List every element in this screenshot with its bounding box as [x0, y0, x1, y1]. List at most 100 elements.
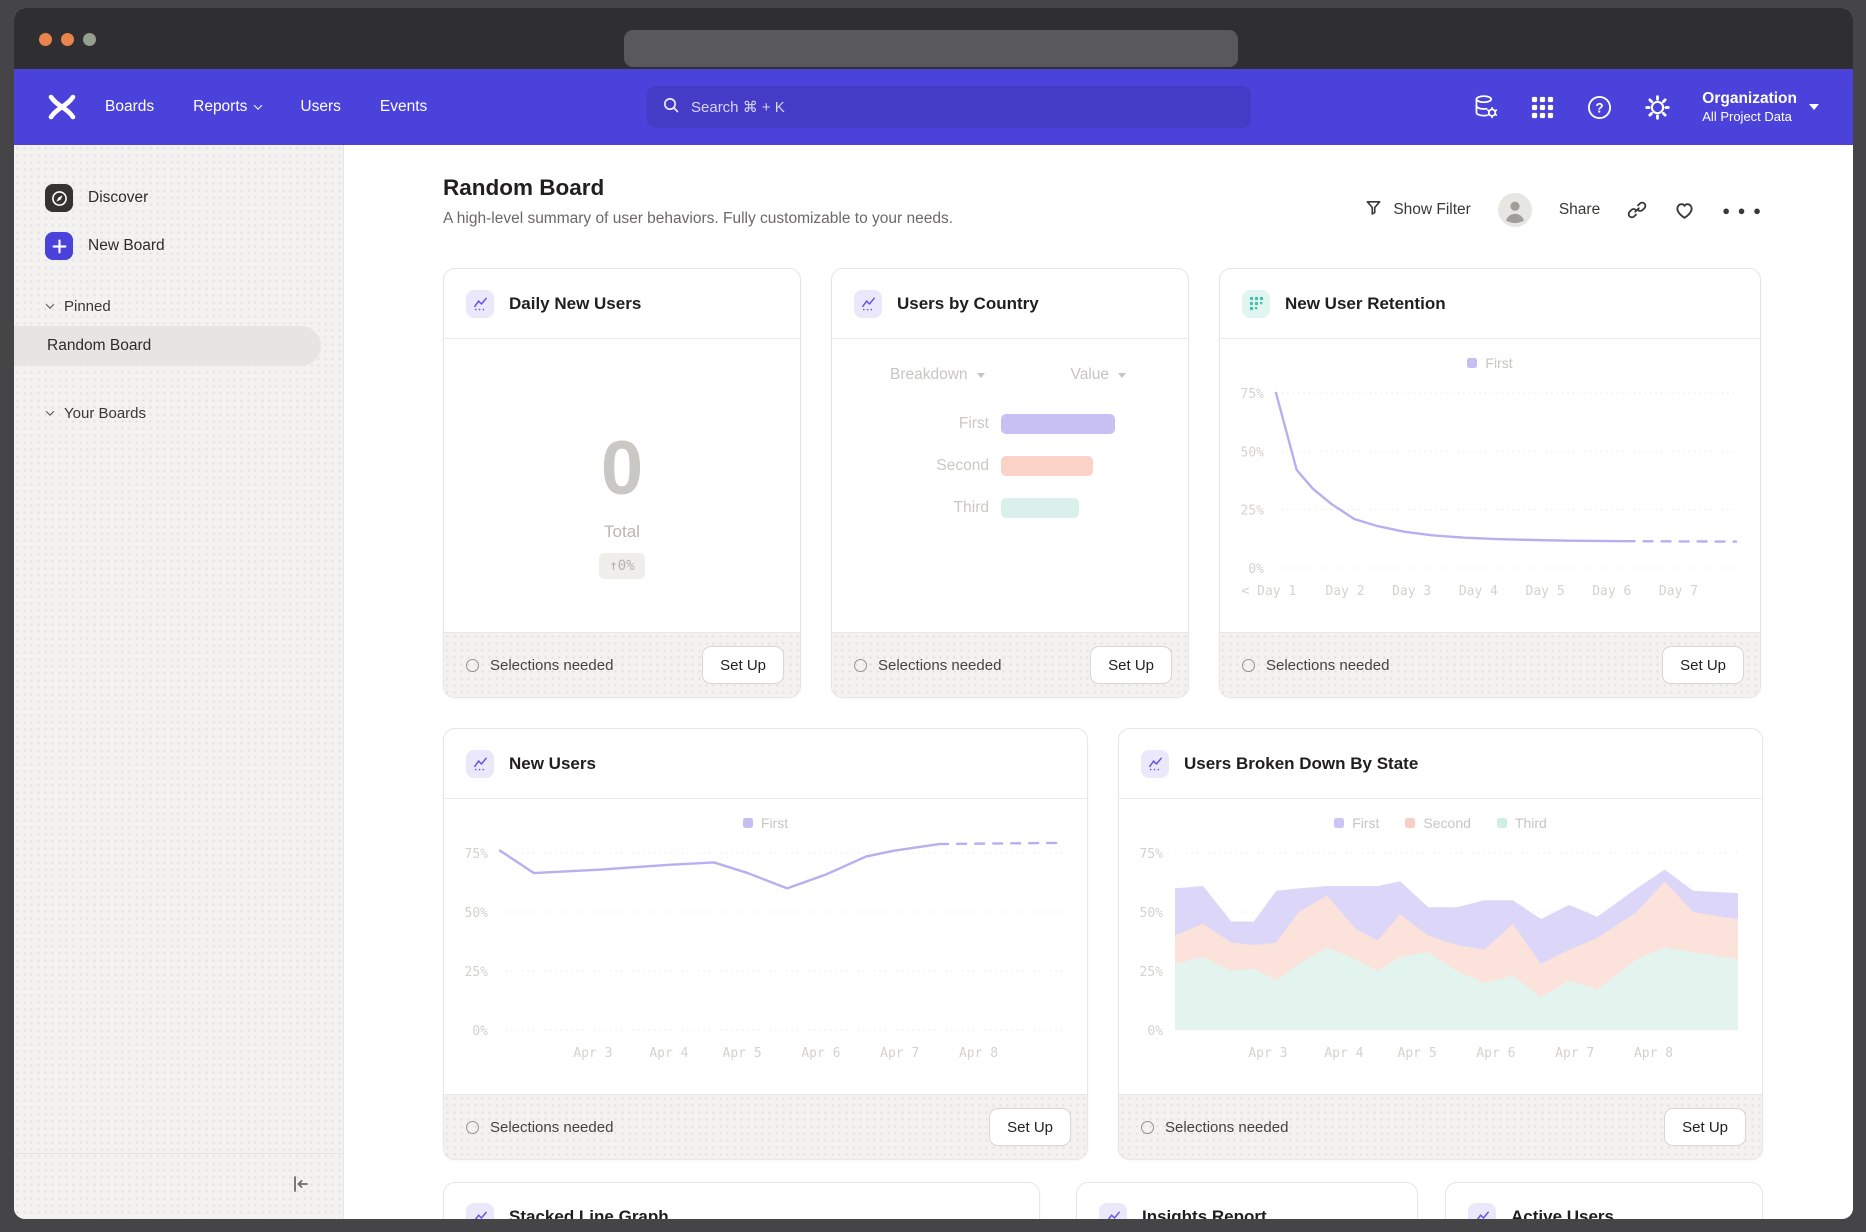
stacked-area-chart: 75%50%25%0%Apr 3Apr 4Apr 5Apr 6Apr 7Apr … [1119, 799, 1762, 1094]
page-subtitle: A high-level summary of user behaviors. … [443, 210, 953, 228]
card-users-by-country[interactable]: Users by Country Breakdown Value FirstSe… [831, 268, 1189, 698]
chevron-down-icon [254, 101, 262, 109]
svg-text:Day 3: Day 3 [1392, 584, 1431, 599]
nav-item-events[interactable]: Events [380, 98, 427, 116]
svg-text:75%: 75% [1140, 847, 1164, 862]
set-up-button[interactable]: Set Up [702, 646, 784, 684]
data-management-icon[interactable] [1473, 94, 1499, 120]
svg-text:Day 7: Day 7 [1659, 584, 1698, 599]
sidebar-section-your-boards[interactable]: Your Boards [14, 401, 343, 425]
card-insights-report[interactable]: Insights Report [1076, 1182, 1418, 1219]
caret-down-icon [1118, 373, 1126, 378]
board-owner-avatar[interactable] [1498, 193, 1532, 227]
nav-item-boards[interactable]: Boards [105, 98, 154, 116]
status-circle-icon [1141, 1121, 1154, 1134]
breakdown-dropdown[interactable]: Breakdown [890, 366, 985, 384]
country-bar [1001, 456, 1093, 476]
minimize-window-button[interactable] [61, 33, 74, 46]
card-new-user-retention[interactable]: New User Retention First 75%50%25%0%< Da… [1219, 268, 1761, 698]
window-titlebar [14, 8, 1853, 69]
svg-text:Apr 5: Apr 5 [723, 1046, 762, 1061]
org-switcher[interactable]: Organization All Project Data [1702, 89, 1819, 126]
status-circle-icon [1242, 659, 1255, 672]
set-up-button[interactable]: Set Up [989, 1108, 1071, 1146]
card-title: Insights Report [1142, 1207, 1267, 1219]
search-icon [662, 96, 680, 118]
board-main: Random Board A high-level summary of use… [344, 145, 1853, 1219]
settings-gear-icon[interactable] [1644, 94, 1671, 121]
sidebar-item-random-board[interactable]: Random Board [14, 326, 321, 366]
browser-window: Boards Reports Users Events Search ⌘ + K [14, 8, 1853, 1219]
svg-text:50%: 50% [1241, 445, 1265, 460]
card-title: New User Retention [1285, 294, 1446, 314]
svg-text:0%: 0% [1248, 562, 1264, 577]
chevron-down-icon [46, 300, 54, 308]
line-chart-icon [466, 290, 494, 318]
set-up-button[interactable]: Set Up [1662, 646, 1744, 684]
nav-item-reports[interactable]: Reports [193, 98, 261, 116]
line-chart-icon [854, 290, 882, 318]
compass-icon [45, 184, 73, 212]
help-icon[interactable]: ? [1586, 94, 1613, 121]
svg-text:Day 5: Day 5 [1526, 584, 1565, 599]
show-filter-button[interactable]: Show Filter [1364, 198, 1471, 222]
svg-text:Apr 3: Apr 3 [1248, 1046, 1287, 1061]
svg-text:Apr 7: Apr 7 [1555, 1046, 1594, 1061]
fullscreen-window-button[interactable] [83, 33, 96, 46]
country-bar-list: FirstSecondThird [832, 414, 1188, 518]
value-dropdown[interactable]: Value [1071, 366, 1127, 384]
close-window-button[interactable] [39, 33, 52, 46]
search-input[interactable]: Search ⌘ + K [647, 86, 1251, 128]
sidebar-footer [14, 1153, 343, 1219]
svg-text:75%: 75% [1241, 387, 1265, 402]
status-text: Selections needed [1165, 1119, 1288, 1136]
status-circle-icon [854, 659, 867, 672]
sidebar: Discover New Board Pinned Random Board Y… [14, 145, 344, 1219]
svg-text:Apr 6: Apr 6 [801, 1046, 840, 1061]
svg-text:0%: 0% [472, 1024, 488, 1039]
card-title: Users by Country [897, 294, 1039, 314]
copy-link-icon[interactable] [1627, 200, 1647, 220]
svg-text:Apr 8: Apr 8 [1634, 1046, 1673, 1061]
set-up-button[interactable]: Set Up [1090, 646, 1172, 684]
svg-text:Apr 6: Apr 6 [1476, 1046, 1515, 1061]
card-new-users[interactable]: New Users First 75%50%25%0%Apr 3Apr 4Apr… [443, 728, 1088, 1160]
top-nav: Boards Reports Users Events Search ⌘ + K [14, 69, 1853, 145]
line-chart-icon [466, 1203, 494, 1219]
svg-text:0%: 0% [1147, 1024, 1163, 1039]
nav-item-users[interactable]: Users [300, 98, 340, 116]
favorite-heart-icon[interactable] [1674, 200, 1695, 221]
svg-text:Apr 4: Apr 4 [1324, 1046, 1363, 1061]
svg-text:< Day 1: < Day 1 [1242, 584, 1297, 599]
nav-right-icons: ? Organization All Project Data [1473, 69, 1819, 145]
share-button[interactable]: Share [1559, 201, 1600, 219]
card-title: New Users [509, 754, 596, 774]
svg-text:Apr 5: Apr 5 [1398, 1046, 1437, 1061]
status-text: Selections needed [490, 1119, 613, 1136]
set-up-button[interactable]: Set Up [1664, 1108, 1746, 1146]
card-users-by-state[interactable]: Users Broken Down By State FirstSecondTh… [1118, 728, 1763, 1160]
metric-value: 0 [444, 431, 800, 507]
caret-down-icon [1809, 104, 1819, 110]
apps-grid-icon[interactable] [1530, 95, 1555, 120]
country-bar [1001, 498, 1079, 518]
card-daily-new-users[interactable]: Daily New Users 0 Total ↑0% Selections n… [443, 268, 801, 698]
svg-text:Apr 7: Apr 7 [880, 1046, 919, 1061]
card-title: Stacked Line Graph [509, 1207, 669, 1219]
sidebar-collapse-button[interactable] [289, 1173, 311, 1200]
more-options-icon[interactable]: ● ● ● [1722, 203, 1763, 218]
country-bar-row: Third [832, 498, 1188, 518]
sidebar-item-discover[interactable]: Discover [14, 174, 343, 222]
card-stacked-line-graph[interactable]: Stacked Line Graph [443, 1182, 1040, 1219]
svg-text:Apr 8: Apr 8 [959, 1046, 998, 1061]
url-bar[interactable] [624, 30, 1238, 67]
mixpanel-logo-icon[interactable] [47, 94, 77, 120]
retention-chart: 75%50%25%0%< Day 1Day 2Day 3Day 4Day 5Da… [1220, 339, 1760, 632]
chevron-down-icon [46, 407, 54, 415]
svg-text:Day 6: Day 6 [1592, 584, 1631, 599]
card-active-users[interactable]: Active Users [1445, 1182, 1763, 1219]
card-title: Users Broken Down By State [1184, 754, 1418, 774]
sidebar-section-pinned[interactable]: Pinned [14, 294, 343, 318]
traffic-lights [39, 33, 96, 46]
sidebar-item-new-board[interactable]: New Board [14, 222, 343, 270]
